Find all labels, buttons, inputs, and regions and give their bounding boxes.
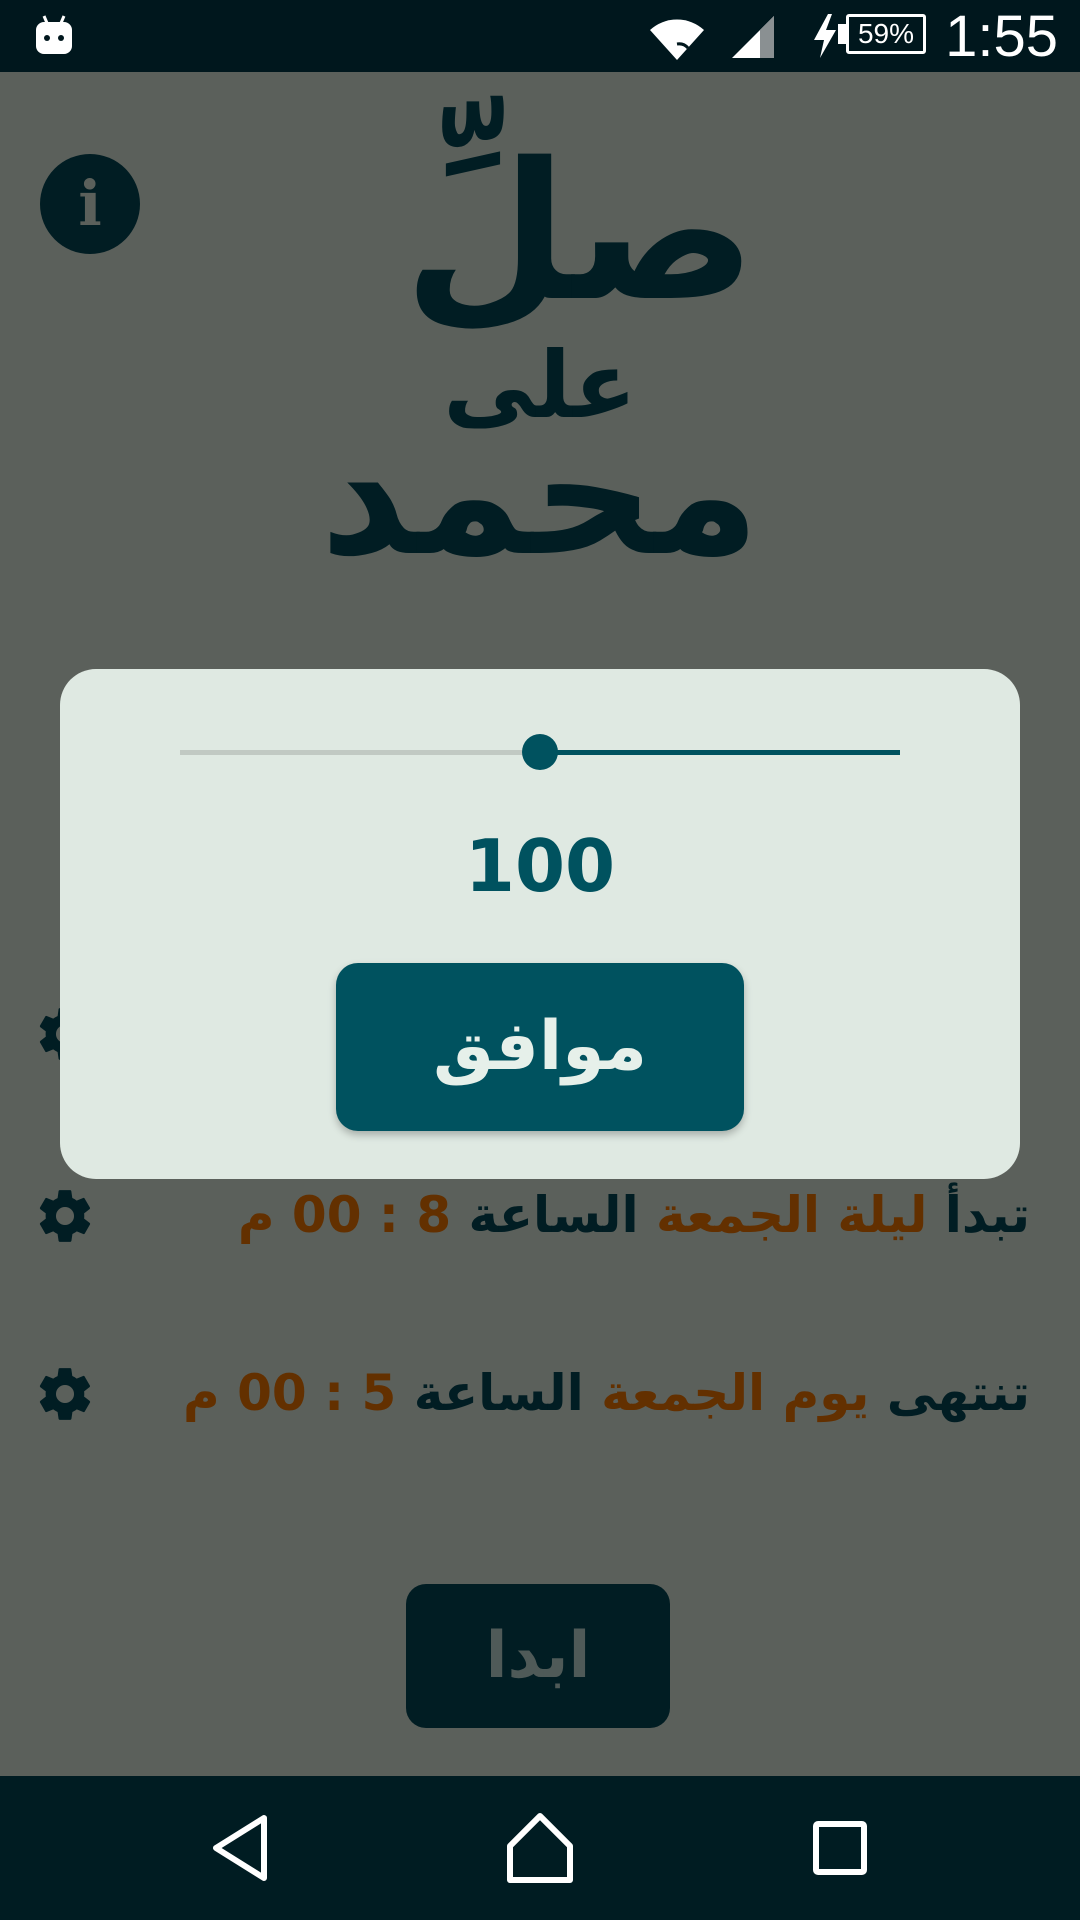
gear-icon[interactable] <box>34 1185 96 1247</box>
count-dialog: 100 موافق <box>60 669 1020 1179</box>
end-prefix: تنتهى <box>886 1364 1030 1422</box>
ok-button[interactable]: موافق <box>336 963 744 1131</box>
start-day: ليلة الجمعة <box>656 1186 928 1244</box>
charging-icon <box>814 14 836 58</box>
count-value: 100 <box>464 824 616 908</box>
start-word: الساعة <box>468 1186 639 1244</box>
start-prefix: تبدأ <box>944 1186 1030 1244</box>
title-line-3: محمد <box>320 396 760 594</box>
end-day: يوم الجمعة <box>601 1364 870 1422</box>
signal-icon <box>732 16 774 58</box>
start-time: 8 : 00 م <box>237 1186 452 1244</box>
start-time-text: تبدأ ليلة الجمعة الساعة 8 : 00 م <box>238 1170 1030 1260</box>
end-time-text: تنتهى يوم الجمعة الساعة 5 : 00 م <box>183 1348 1030 1438</box>
end-time-row: تنتهى يوم الجمعة الساعة 5 : 00 م <box>30 1348 1030 1438</box>
slider-track <box>180 750 540 755</box>
battery-nub <box>838 24 846 44</box>
slider-thumb[interactable] <box>522 734 558 770</box>
title-line-1: صلِّ <box>403 122 757 343</box>
status-time: 1:55 <box>945 4 1058 69</box>
status-bar: 59% 1:55 <box>0 0 1080 72</box>
recents-icon[interactable] <box>798 1806 882 1890</box>
battery-icon: 59% <box>846 14 926 54</box>
navigation-bar <box>0 1776 1080 1920</box>
end-time: 5 : 00 م <box>183 1364 397 1422</box>
start-button[interactable]: ابدا <box>406 1584 670 1728</box>
gear-icon[interactable] <box>34 1363 96 1425</box>
count-slider[interactable] <box>180 734 900 770</box>
slider-fill <box>540 750 900 755</box>
end-word: الساعة <box>413 1364 584 1422</box>
android-icon <box>36 15 72 54</box>
home-icon[interactable] <box>498 1806 582 1890</box>
back-icon[interactable] <box>198 1806 282 1890</box>
start-time-row: تبدأ ليلة الجمعة الساعة 8 : 00 م <box>30 1170 1030 1260</box>
wifi-icon <box>650 19 704 60</box>
